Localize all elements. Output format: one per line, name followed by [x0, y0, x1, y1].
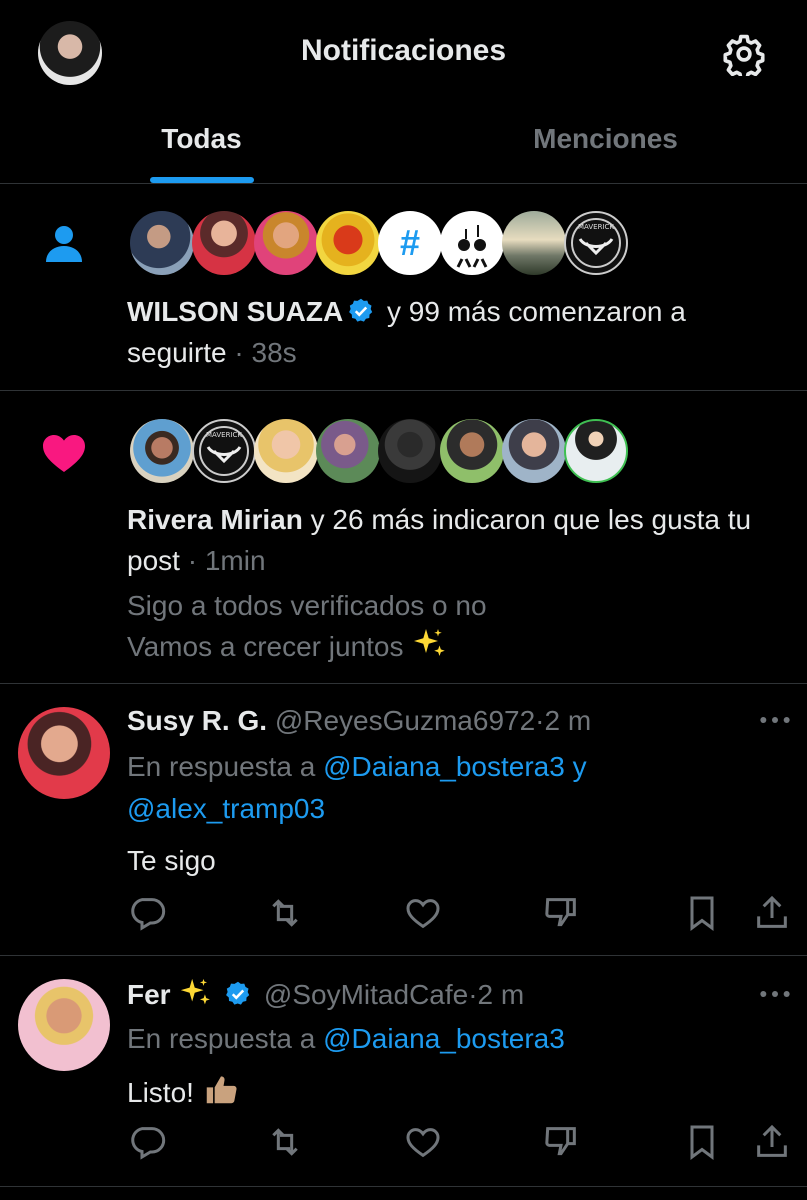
reply-tweet[interactable]: Fer @SoyMitadCafe·2 m En respuesta a @Da… — [0, 957, 807, 1187]
more-options-icon[interactable] — [755, 979, 795, 1009]
like-icon[interactable] — [403, 893, 443, 933]
dislike-icon[interactable] — [541, 893, 581, 933]
liked-post-preview[interactable]: Sigo a todos verificados o no Vamos a cr… — [127, 585, 787, 667]
timestamp: 1min — [204, 545, 266, 576]
follow-notification-text: WILSON SUAZA y 99 más comenzaron a segui… — [127, 291, 787, 373]
maverick-logo[interactable]: MAVERICK — [192, 419, 256, 483]
hashtag-icon[interactable]: # — [378, 211, 442, 275]
avatar[interactable] — [316, 419, 380, 483]
avatar[interactable] — [18, 707, 110, 799]
maverick-logo-icon: MAVERICK — [199, 426, 249, 476]
page-title: Notificaciones — [300, 34, 507, 67]
avatar[interactable] — [502, 211, 566, 275]
active-tab-indicator — [150, 177, 254, 183]
avatar[interactable] — [316, 211, 380, 275]
avatar[interactable] — [130, 211, 194, 275]
tab-bar: Todas Menciones — [0, 110, 807, 184]
tweet-header: Susy R. G. @ReyesGuzma6972·2 m — [127, 702, 747, 740]
svg-text:MAVERICK: MAVERICK — [578, 223, 614, 231]
user-name[interactable]: Fer — [127, 979, 171, 1010]
person-icon — [46, 226, 82, 262]
thumbs-up-icon — [206, 1076, 237, 1104]
heart-icon — [43, 435, 85, 472]
tweet-actions — [127, 893, 792, 937]
share-icon[interactable] — [752, 893, 792, 933]
reply-prefix: En respuesta a — [127, 1023, 316, 1054]
avatar[interactable] — [502, 419, 566, 483]
user-name[interactable]: Rivera Mirian — [127, 504, 303, 535]
avatar[interactable] — [192, 211, 256, 275]
reply-context: En respuesta a @Daiana_bostera3 — [127, 1018, 787, 1060]
retweet-icon[interactable] — [265, 1122, 305, 1162]
dislike-icon[interactable] — [541, 1122, 581, 1162]
avatar[interactable] — [440, 211, 504, 275]
retweet-icon[interactable] — [265, 893, 305, 933]
user-handle[interactable]: @ReyesGuzma6972 — [275, 705, 535, 736]
maverick-logo[interactable]: MAVERICK — [564, 211, 628, 275]
more-options-icon[interactable] — [755, 705, 795, 735]
user-name[interactable]: Susy R. G. — [127, 705, 267, 736]
post-preview-line: Vamos a crecer juntos — [127, 631, 404, 662]
avatar[interactable] — [378, 419, 442, 483]
tweet-text-content: Listo! — [127, 1077, 194, 1108]
reply-context: En respuesta a @Daiana_bostera3 y @alex_… — [127, 746, 787, 830]
separator: · — [187, 545, 198, 576]
timestamp: 38s — [251, 337, 297, 368]
bookmark-icon[interactable] — [682, 1122, 722, 1162]
avatar[interactable] — [564, 419, 628, 483]
timestamp[interactable]: 2 m — [544, 705, 591, 736]
post-preview-line: Sigo a todos verificados o no — [127, 590, 487, 621]
like-icon[interactable] — [403, 1122, 443, 1162]
sparkles-icon — [181, 978, 211, 1005]
mention-link[interactable]: @alex_tramp03 — [127, 793, 325, 824]
music-icon — [456, 225, 488, 268]
tweet-text: Listo! — [127, 1070, 240, 1113]
avatar[interactable] — [440, 419, 504, 483]
follow-notification[interactable]: # MAVERICK WILSON SUAZA y 99 más comenza… — [0, 185, 807, 391]
user-handle[interactable]: @SoyMitadCafe — [264, 979, 468, 1010]
reply-icon[interactable] — [127, 893, 167, 933]
separator: · — [234, 337, 244, 368]
tweet-actions — [127, 1122, 792, 1166]
share-icon[interactable] — [752, 1122, 792, 1162]
sparkles-icon — [414, 629, 446, 656]
like-notification[interactable]: MAVERICK Rivera Mirian y 26 más indicaro… — [0, 392, 807, 684]
maverick-logo-icon: MAVERICK — [571, 218, 621, 268]
reply-tweet[interactable]: Susy R. G. @ReyesGuzma6972·2 m En respue… — [0, 685, 807, 956]
svg-text:MAVERICK: MAVERICK — [206, 431, 242, 439]
reply-icon[interactable] — [127, 1122, 167, 1162]
verified-badge-icon — [226, 981, 250, 1005]
avatar[interactable] — [130, 419, 194, 483]
like-notification-text: Rivera Mirian y 26 más indicaron que les… — [127, 499, 787, 581]
user-name[interactable]: WILSON SUAZA — [127, 296, 343, 327]
tweet-text: Te sigo — [127, 845, 216, 876]
reply-join: y — [572, 751, 587, 782]
bookmark-icon[interactable] — [682, 893, 722, 933]
top-bar: Notificaciones — [0, 0, 807, 110]
timestamp[interactable]: 2 m — [478, 979, 525, 1010]
tweet-header: Fer @SoyMitadCafe·2 m — [127, 976, 747, 1014]
reply-prefix: En respuesta a — [127, 751, 316, 782]
separator: · — [468, 979, 478, 1010]
verified-badge-icon — [349, 298, 373, 322]
avatar[interactable] — [254, 211, 318, 275]
avatar[interactable] — [18, 979, 110, 1071]
tab-menciones[interactable]: Menciones — [404, 110, 807, 184]
tab-todas[interactable]: Todas — [0, 110, 403, 184]
mention-link[interactable]: @Daiana_bostera3 — [323, 1023, 565, 1054]
mention-link[interactable]: @Daiana_bostera3 — [323, 751, 565, 782]
gear-icon[interactable] — [722, 32, 766, 76]
avatar[interactable] — [254, 419, 318, 483]
